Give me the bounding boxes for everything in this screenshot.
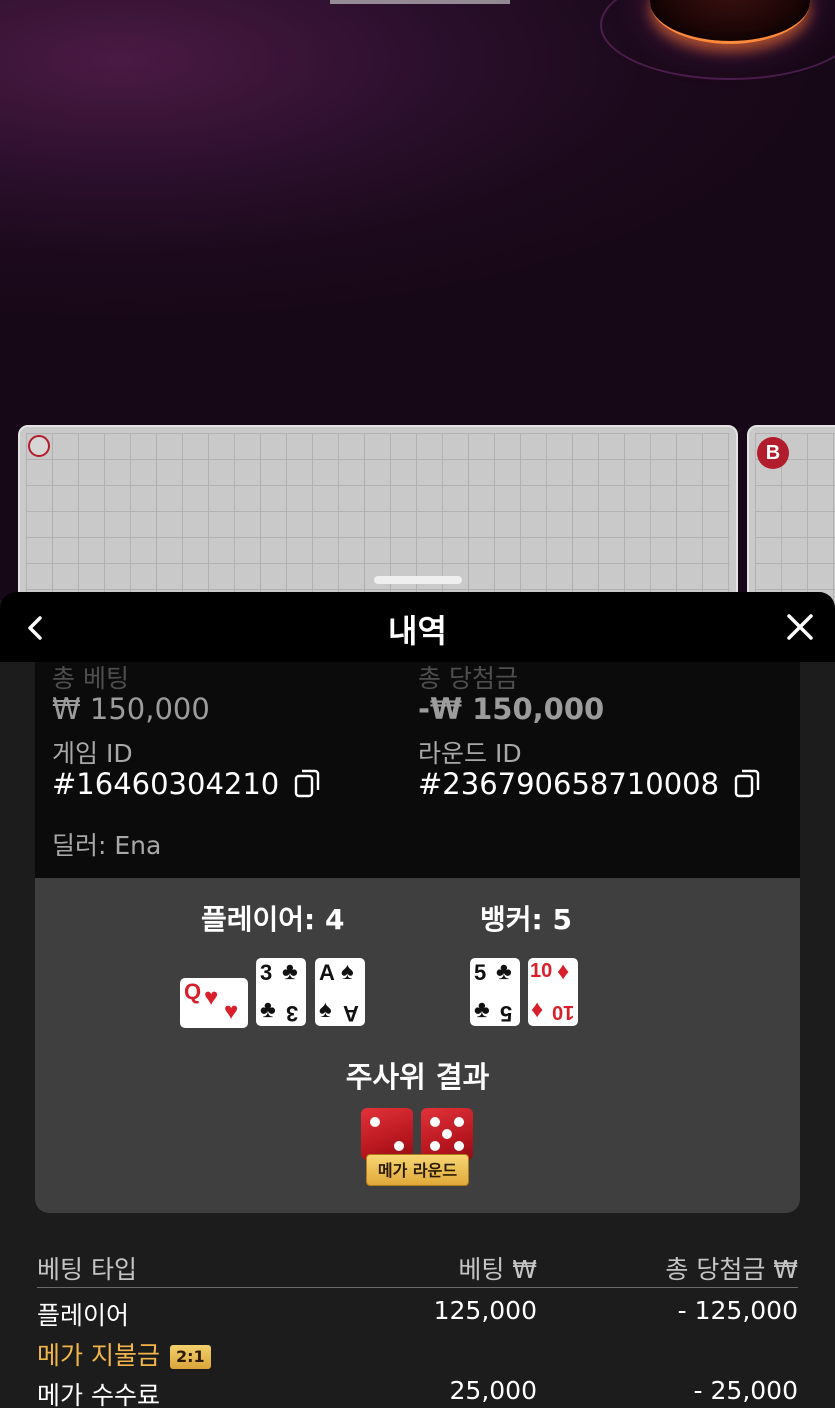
card-suit: ♠ [319,996,332,1023]
card-suit: ♦ [531,996,544,1023]
banker-marker-icon: B [757,437,789,469]
player-card-1: Q ♥ ♥ [180,978,248,1028]
bet-amount: 125,000 [433,1296,537,1325]
round-id-row: #236790658710008 [418,767,760,801]
card-suit: ♦ [557,958,570,985]
card-suit: ♥ [204,984,219,1011]
total-bet-value: ₩ 150,000 [52,692,210,726]
table-row: 메가 지불금 2:1 [37,1328,798,1370]
bet-amount: 25,000 [449,1376,537,1405]
round-id-value: #236790658710008 [418,767,720,801]
player-marker-icon [28,435,50,457]
table-row: 메가 수수료 25,000 - 25,000 [37,1368,798,1408]
roadmap-grid [26,433,730,613]
game-id-row: #16460304210 [52,767,320,801]
die-2 [421,1108,473,1160]
die-1 [361,1108,413,1160]
player-score: 플레이어: 4 [201,903,345,936]
sheet-drag-handle[interactable] [374,576,462,584]
card-rank: 3 [260,960,273,985]
banker-score: 뱅커: 5 [480,903,572,936]
total-bet-label: 총 베팅 [52,664,129,693]
history-sheet: 내역 총 베팅 ₩ 150,000 총 당첨금 -₩ 150,000 게임 ID… [0,592,835,1408]
app-root: B 내역 총 베팅 ₩ 150,000 총 당첨금 -₩ 150,000 게임 … [0,0,835,1408]
sheet-header: 내역 [0,592,835,662]
player-card-3: A ♠ ♠ A [315,958,365,1026]
round-summary: 총 베팅 ₩ 150,000 총 당첨금 -₩ 150,000 게임 ID #1… [35,662,800,878]
column-bet: 베팅 ₩ [458,1255,537,1284]
bets-table: 베팅 타입 베팅 ₩ 총 당첨금 ₩ 플레이어 125,000 - 125,00… [37,1242,798,1408]
die-pip [370,1117,380,1127]
banker-card-1: 5 ♣ ♣ 5 [470,958,520,1026]
dealer-name: 딜러: Ena [52,831,162,860]
total-win-value: -₩ 150,000 [418,692,605,726]
die-pip [454,1117,464,1127]
round-result-panel: 플레이어: 4 뱅커: 5 Q ♥ ♥ 3 ♣ ♣ 3 A ♠ ♠ A 5 ♣ … [35,878,800,1213]
die-pip [430,1117,440,1127]
column-bet-type: 베팅 타입 [37,1255,137,1284]
bet-type: 메가 지불금 [37,1341,160,1370]
card-suit: ♣ [282,958,298,985]
die-pip [430,1141,440,1151]
card-suit: ♣ [260,996,276,1023]
page-title: 내역 [388,612,447,650]
table-edge-decor [330,0,510,4]
bet-type-cell: 메가 지불금 2:1 [37,1336,211,1372]
total-win-label: 총 당첨금 [418,664,518,693]
game-id-label: 게임 ID [52,739,133,768]
close-button[interactable] [780,610,820,646]
card-rank: 10 [552,1001,575,1023]
game-id-value: #16460304210 [52,767,280,801]
copy-icon[interactable] [734,768,760,798]
card-suit: ♠ [341,958,354,985]
card-suit: ♣ [496,958,512,985]
card-rank: A [319,960,335,985]
close-icon [787,614,813,640]
die-pip [394,1141,404,1151]
copy-icon[interactable] [294,768,320,798]
payout-ratio-badge: 2:1 [169,1345,211,1369]
card-rank: 3 [286,1001,299,1026]
card-suit: ♥ [224,998,239,1025]
bet-type: 플레이어 [37,1301,130,1330]
mega-round-badge: 메가 라운드 [366,1154,469,1186]
card-rank: A [343,1001,359,1026]
die-pip [442,1129,452,1139]
win-amount: - 25,000 [693,1376,798,1405]
player-card-2: 3 ♣ ♣ 3 [256,958,306,1026]
card-suit: ♣ [474,996,490,1023]
roadmap-board[interactable] [18,425,738,615]
dice-result-title: 주사위 결과 [345,1060,490,1094]
die-pip [454,1141,464,1151]
table-row: 플레이어 125,000 - 125,000 [37,1288,798,1330]
card-rank: 10 [530,960,553,982]
roadmap-board-secondary[interactable]: B [747,425,835,615]
bet-type: 메가 수수료 [37,1381,160,1408]
column-total-win: 총 당첨금 ₩ [665,1255,798,1284]
round-id-label: 라운드 ID [418,739,522,768]
win-amount: - 125,000 [677,1296,798,1325]
card-rank: Q [184,979,202,1004]
table-header: 베팅 타입 베팅 ₩ 총 당첨금 ₩ [37,1242,798,1288]
card-rank: 5 [474,960,487,985]
banker-card-2: 10 ♦ ♦ 10 [528,958,578,1026]
card-rank: 5 [500,1001,513,1026]
